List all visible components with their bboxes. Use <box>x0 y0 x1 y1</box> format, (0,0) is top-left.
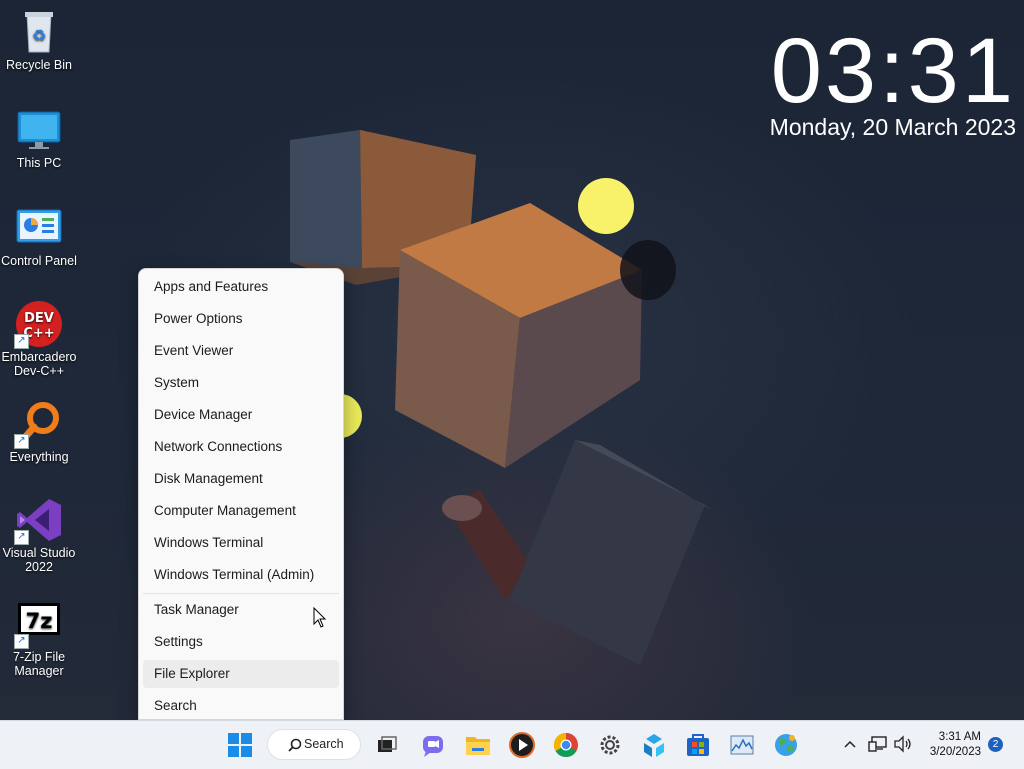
resource-monitor-icon <box>730 735 754 755</box>
media-player-button[interactable] <box>506 729 538 761</box>
desktop-icon-label-line2: Dev-C++ <box>13 364 65 378</box>
desktop-icon-visual-studio[interactable]: ↗ Visual Studio 2022 <box>0 496 78 574</box>
menu-item-network-connections[interactable]: Network Connections <box>143 433 339 461</box>
notification-badge[interactable]: 2 <box>988 737 1003 752</box>
everything-search-icon: ↗ <box>14 400 63 449</box>
7zip-icon: 7z ↗ <box>14 600 63 649</box>
mouse-pointer-icon <box>313 607 327 628</box>
store-button[interactable] <box>682 729 714 761</box>
resource-monitor-button[interactable] <box>726 729 758 761</box>
remote-desktop-button[interactable] <box>638 729 670 761</box>
settings-gear-icon <box>600 735 620 755</box>
shortcut-arrow-icon: ↗ <box>14 434 29 449</box>
tray-time: 3:31 AM <box>938 731 981 743</box>
desktop-icon-label-line1: Visual Studio <box>2 546 76 560</box>
chrome-icon <box>553 733 578 758</box>
svg-text:DEV: DEV <box>24 311 54 326</box>
task-view-button[interactable] <box>371 729 403 761</box>
recycle-bin-icon: ♻ <box>15 8 63 56</box>
remote-desktop-icon <box>644 734 664 757</box>
file-explorer-button[interactable] <box>462 729 494 761</box>
desktop-icon-recycle-bin[interactable]: ♻ Recycle Bin <box>0 8 78 72</box>
control-panel-icon <box>15 204 63 252</box>
taskbar-search-box[interactable]: Search <box>267 729 361 760</box>
search-icon <box>288 738 302 752</box>
svg-text:♻: ♻ <box>32 26 46 45</box>
menu-item-windows-terminal-admin[interactable]: Windows Terminal (Admin) <box>143 561 339 589</box>
desktop-icon-this-pc[interactable]: This PC <box>0 106 78 170</box>
power-user-context-menu: Apps and Features Power Options Event Vi… <box>138 268 344 720</box>
desktop-clock-widget: 03:31 Monday, 20 March 2023 <box>770 24 1016 140</box>
desktop-icon-label-line1: 7-Zip File <box>12 650 66 664</box>
tray-clock[interactable]: 3:31 AM 3/20/2023 <box>930 730 981 760</box>
menu-item-computer-management[interactable]: Computer Management <box>143 497 339 525</box>
menu-item-power-options[interactable]: Power Options <box>143 305 339 333</box>
globe-app-icon <box>775 734 797 756</box>
desktop-icon-label: Everything <box>9 450 69 464</box>
settings-button[interactable] <box>594 729 626 761</box>
task-view-icon <box>378 736 397 752</box>
start-button[interactable] <box>224 729 256 761</box>
clock-date: Monday, 20 March 2023 <box>769 114 1016 140</box>
svg-text:7z: 7z <box>26 609 53 633</box>
search-label: Search <box>304 737 344 751</box>
menu-item-task-manager[interactable]: Task Manager <box>143 596 339 624</box>
desktop-icon-devcpp[interactable]: DEV C++ ↗ Embarcadero Dev-C++ <box>0 300 78 378</box>
chrome-button[interactable] <box>550 729 582 761</box>
desktop-icon-control-panel[interactable]: Control Panel <box>0 204 78 268</box>
menu-item-event-viewer[interactable]: Event Viewer <box>143 337 339 365</box>
desktop-icon-label: Recycle Bin <box>6 58 72 72</box>
monitor-icon <box>15 106 63 154</box>
tray-date: 3/20/2023 <box>929 746 981 758</box>
start-icon <box>228 733 252 757</box>
chevron-up-icon[interactable] <box>843 738 857 750</box>
desktop-icon-label-line2: Manager <box>14 664 64 678</box>
desktop-icon-label: Control Panel <box>1 254 77 268</box>
menu-item-apps-and-features[interactable]: Apps and Features <box>143 273 339 301</box>
desktop-icon-label: This PC <box>16 156 62 170</box>
devcpp-icon: DEV C++ ↗ <box>14 300 63 349</box>
visual-studio-icon: ↗ <box>14 496 63 545</box>
menu-item-file-explorer[interactable]: File Explorer <box>143 660 339 688</box>
menu-item-disk-management[interactable]: Disk Management <box>143 465 339 493</box>
shortcut-arrow-icon: ↗ <box>14 530 29 545</box>
chat-icon <box>423 736 443 757</box>
media-player-icon <box>509 732 535 758</box>
file-explorer-icon <box>466 737 490 755</box>
volume-icon[interactable] <box>893 735 913 753</box>
menu-item-windows-terminal[interactable]: Windows Terminal <box>143 529 339 557</box>
clock-time: 03:31 <box>770 20 1016 122</box>
desktop-icon-label-line1: Embarcadero <box>1 350 77 364</box>
chat-button[interactable] <box>417 729 449 761</box>
desktop-icon-label-line2: 2022 <box>25 560 53 574</box>
taskbar: Search 3:31 AM 3/20/2023 <box>0 720 1024 769</box>
menu-item-system[interactable]: System <box>143 369 339 397</box>
menu-item-device-manager[interactable]: Device Manager <box>143 401 339 429</box>
menu-separator <box>143 593 339 594</box>
desktop-icon-7zip[interactable]: 7z ↗ 7-Zip File Manager <box>0 600 78 678</box>
store-icon <box>687 734 709 756</box>
menu-item-search[interactable]: Search <box>143 692 339 719</box>
desktop-icon-everything[interactable]: ↗ Everything <box>0 400 78 464</box>
network-icon[interactable] <box>868 735 888 753</box>
shortcut-arrow-icon: ↗ <box>14 334 29 349</box>
menu-item-settings[interactable]: Settings <box>143 628 339 656</box>
shortcut-arrow-icon: ↗ <box>14 634 29 649</box>
globe-app-button[interactable] <box>770 729 802 761</box>
